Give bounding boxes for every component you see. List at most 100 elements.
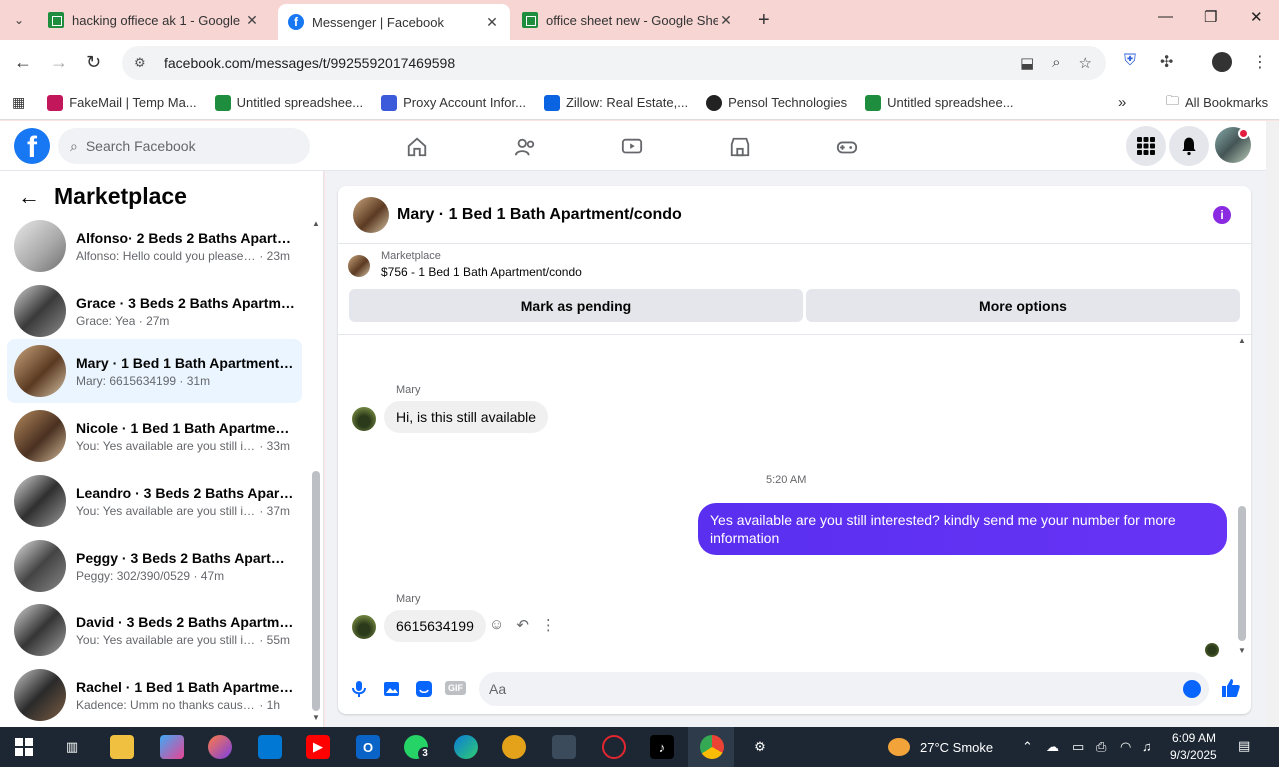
tab-search-icon[interactable]: ⌄ bbox=[6, 8, 32, 32]
outgoing-message[interactable]: Yes available are you still interested? … bbox=[698, 503, 1227, 555]
tab-messenger[interactable]: f Messenger | Facebook ✕ bbox=[278, 4, 510, 40]
clock-time[interactable]: 6:09 AM bbox=[1172, 731, 1216, 745]
gaming-icon[interactable] bbox=[833, 133, 861, 161]
bookmark-untitled-spreadsheet-1[interactable]: Untitled spreadshee... bbox=[214, 94, 363, 111]
bookmark-pensol[interactable]: Pensol Technologies bbox=[706, 94, 847, 111]
close-icon[interactable]: ✕ bbox=[244, 12, 260, 29]
page-scrollbar[interactable] bbox=[1266, 121, 1279, 727]
bookmark-star-icon[interactable]: ☆ bbox=[1079, 54, 1092, 72]
reply-icon[interactable]: ↶ bbox=[516, 616, 529, 634]
chat-scroll-up-icon[interactable]: ▲ bbox=[1238, 336, 1246, 345]
conversation-item[interactable]: Rachel · 1 Bed 1 Bath Apartment... Kaden… bbox=[7, 663, 302, 727]
app-icon-dark[interactable] bbox=[552, 735, 576, 759]
tab-office-sheet[interactable]: office sheet new - Google Shee ✕ bbox=[512, 4, 744, 36]
more-actions-icon[interactable]: ⋮ bbox=[541, 616, 556, 634]
listing-summary[interactable]: Marketplace $756 - 1 Bed 1 Bath Apartmen… bbox=[348, 250, 582, 279]
restore-icon[interactable]: ❐ bbox=[1204, 8, 1217, 26]
more-options-button[interactable]: More options bbox=[806, 289, 1240, 322]
message-input[interactable]: Aa bbox=[479, 672, 1209, 706]
reload-icon[interactable]: ↻ bbox=[86, 52, 101, 73]
weather-icon[interactable] bbox=[888, 738, 910, 756]
app-icon[interactable] bbox=[208, 735, 232, 759]
edge-icon[interactable] bbox=[454, 735, 478, 759]
zoom-icon[interactable]: ⌕ bbox=[1052, 54, 1060, 72]
sticker-icon[interactable] bbox=[415, 680, 433, 703]
notification-center-icon[interactable]: ▤ bbox=[1238, 738, 1250, 754]
conversation-item[interactable]: David · 3 Beds 2 Baths Apartment... You:… bbox=[7, 598, 302, 662]
chat-title[interactable]: Mary · 1 Bed 1 Bath Apartment/condo bbox=[397, 206, 682, 224]
youtube-icon[interactable]: ▶ bbox=[306, 735, 330, 759]
browser-menu-icon[interactable]: ⋮ bbox=[1252, 52, 1268, 72]
new-tab-icon[interactable]: + bbox=[758, 9, 770, 32]
copilot-icon[interactable] bbox=[160, 735, 184, 759]
weather-text[interactable]: 27°C Smoke bbox=[920, 740, 993, 755]
bookmarks-overflow-icon[interactable]: » bbox=[1118, 94, 1126, 111]
scroll-down-arrow-icon[interactable]: ▼ bbox=[312, 713, 320, 722]
minimize-icon[interactable]: — bbox=[1158, 8, 1173, 25]
profile-avatar[interactable] bbox=[1212, 52, 1232, 72]
microphone-icon[interactable] bbox=[352, 680, 366, 703]
cloud-icon[interactable]: ☁ bbox=[1046, 739, 1059, 755]
shield-extension-icon[interactable]: ⛨ bbox=[1124, 52, 1136, 70]
notifications-bell-icon[interactable] bbox=[1169, 126, 1209, 166]
windows-start-icon[interactable] bbox=[12, 735, 36, 759]
chat-scrollbar[interactable] bbox=[1238, 506, 1246, 641]
chat-scroll-down-icon[interactable]: ▼ bbox=[1238, 646, 1246, 655]
forward-arrow-icon[interactable]: → bbox=[50, 52, 68, 73]
whatsapp-icon[interactable]: 3 bbox=[404, 735, 432, 761]
video-icon[interactable] bbox=[618, 133, 646, 161]
window-close-icon[interactable]: ✕ bbox=[1250, 8, 1263, 26]
react-emoji-icon[interactable]: ☺ bbox=[489, 616, 504, 634]
extensions-puzzle-icon[interactable]: ✣ bbox=[1160, 52, 1173, 72]
sidebar-scrollbar[interactable] bbox=[312, 471, 320, 711]
marketplace-icon[interactable] bbox=[726, 133, 754, 161]
chrome-icon[interactable] bbox=[700, 735, 724, 759]
close-icon[interactable]: ✕ bbox=[484, 14, 500, 31]
bookmark-zillow[interactable]: Zillow: Real Estate,... bbox=[543, 94, 688, 111]
volume-icon[interactable]: ♫ bbox=[1142, 739, 1152, 754]
tab-hacking-office[interactable]: hacking offiece ak 1 - Google Sl ✕ bbox=[38, 4, 270, 36]
incoming-message[interactable]: Hi, is this still available bbox=[384, 401, 549, 433]
scroll-up-arrow-icon[interactable]: ▲ bbox=[312, 219, 320, 228]
info-icon[interactable]: i bbox=[1213, 206, 1231, 224]
task-view-icon[interactable]: ▥ bbox=[60, 735, 84, 759]
bookmark-proxy-account[interactable]: Proxy Account Infor... bbox=[381, 94, 526, 111]
sender-avatar[interactable] bbox=[352, 615, 376, 639]
gif-icon[interactable]: GIF bbox=[445, 681, 466, 695]
outlook-icon[interactable]: O bbox=[356, 735, 380, 759]
install-app-icon[interactable]: ⬓ bbox=[1020, 54, 1034, 72]
menu-grid-icon[interactable] bbox=[1126, 126, 1166, 166]
site-info-icon[interactable]: ⚙ bbox=[134, 55, 150, 71]
back-arrow-icon[interactable]: ← bbox=[14, 52, 32, 73]
wifi-icon[interactable]: ◠ bbox=[1120, 739, 1131, 755]
thumbs-up-icon[interactable] bbox=[1221, 678, 1241, 704]
apps-grid-icon[interactable]: ▦ bbox=[12, 94, 25, 111]
close-icon[interactable]: ✕ bbox=[718, 12, 734, 29]
device-icon[interactable]: ⎙ bbox=[1096, 739, 1106, 755]
conversation-item[interactable]: Peggy · 3 Beds 2 Baths Apartment... Pegg… bbox=[7, 534, 302, 598]
clock-date[interactable]: 9/3/2025 bbox=[1170, 748, 1217, 762]
home-icon[interactable] bbox=[403, 133, 431, 161]
show-hidden-icons[interactable]: ⌃ bbox=[1022, 739, 1033, 755]
all-bookmarks-button[interactable]: 🗀 All Bookmarks bbox=[1166, 92, 1268, 114]
conversation-item[interactable]: Alfonso· 2 Beds 2 Baths Apartment... Alf… bbox=[7, 214, 302, 278]
search-facebook-input[interactable]: ⌕ Search Facebook bbox=[58, 128, 310, 164]
emoji-icon[interactable] bbox=[1183, 680, 1201, 698]
incoming-message[interactable]: 6615634199 bbox=[384, 610, 486, 642]
address-bar[interactable]: ⚙ facebook.com/messages/t/99255920174695… bbox=[122, 46, 1106, 80]
bookmark-untitled-spreadsheet-2[interactable]: Untitled spreadshee... bbox=[865, 94, 1014, 111]
back-arrow-icon[interactable]: ← bbox=[18, 184, 40, 210]
sender-avatar[interactable] bbox=[352, 407, 376, 431]
mark-as-pending-button[interactable]: Mark as pending bbox=[349, 289, 803, 322]
conversation-item[interactable]: Leandro · 3 Beds 2 Baths Apartment... Yo… bbox=[7, 469, 302, 533]
conversation-item[interactable]: Grace · 3 Beds 2 Baths Apartment... Grac… bbox=[7, 279, 302, 343]
photo-icon[interactable] bbox=[383, 680, 401, 703]
opera-icon[interactable] bbox=[602, 735, 626, 759]
friends-icon[interactable] bbox=[511, 133, 539, 161]
conversation-item[interactable]: Nicole · 1 Bed 1 Bath Apartment... You: … bbox=[7, 404, 302, 468]
medal-icon[interactable] bbox=[502, 735, 526, 759]
microsoft-store-icon[interactable] bbox=[258, 735, 282, 759]
settings-gear-icon[interactable]: ⚙ bbox=[748, 735, 772, 759]
chat-avatar[interactable] bbox=[353, 196, 389, 233]
conversation-item-selected[interactable]: Mary · 1 Bed 1 Bath Apartment/condo Mary… bbox=[7, 339, 302, 403]
